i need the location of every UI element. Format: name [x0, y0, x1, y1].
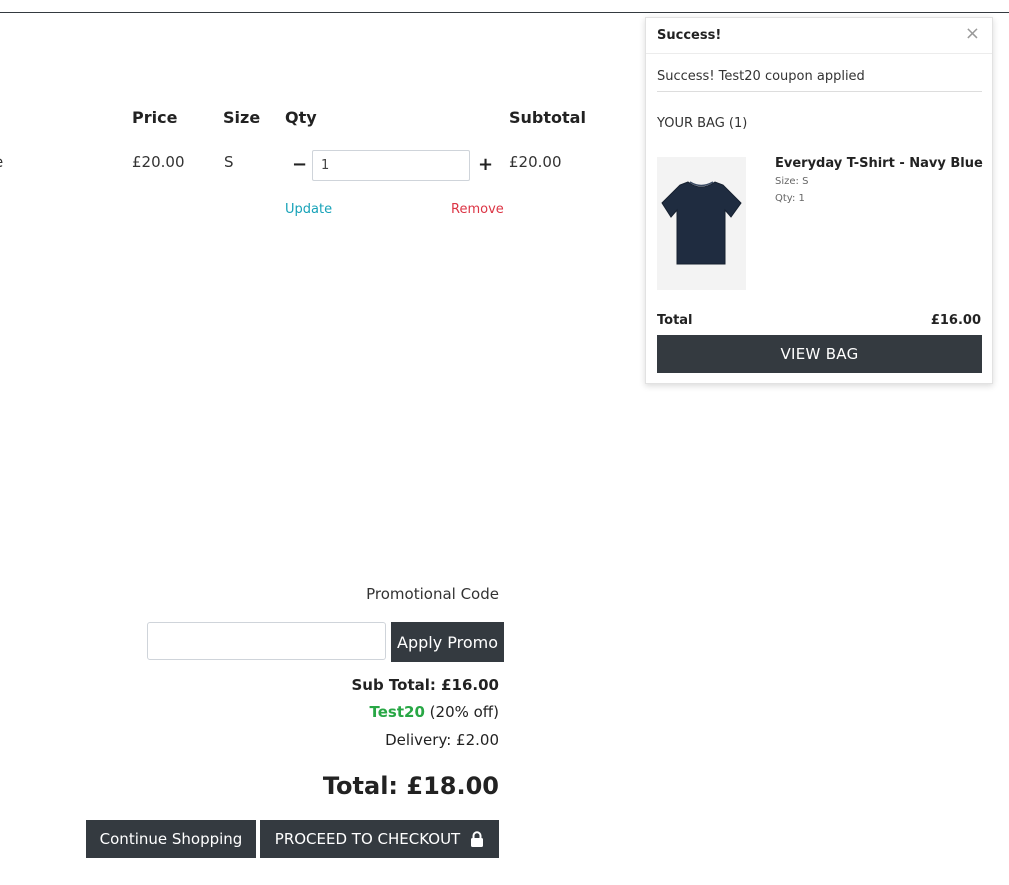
qty-decrement-button[interactable]: − [292, 155, 307, 175]
toast-title: Success! [657, 28, 722, 43]
close-icon[interactable]: × [965, 24, 980, 44]
proceed-to-checkout-button[interactable]: PROCEED TO CHECKOUT [260, 820, 499, 858]
toast-item-name: Everyday T-Shirt - Navy Blue [775, 156, 983, 171]
coupon-code: Test20 [369, 703, 425, 721]
toast-message: Success! Test20 coupon applied [657, 69, 865, 84]
item-price: £20.00 [132, 153, 185, 171]
view-bag-button[interactable]: VIEW BAG [657, 335, 982, 373]
remove-link[interactable]: Remove [451, 202, 504, 217]
header-qty: Qty [285, 108, 317, 127]
toast-total-label: Total [657, 313, 693, 328]
qty-increment-button[interactable]: + [478, 155, 493, 175]
toast-item-qty: Qty: 1 [775, 193, 805, 204]
item-subtotal: £20.00 [509, 153, 562, 171]
lock-icon [470, 831, 484, 847]
continue-shopping-label: Continue Shopping [99, 830, 243, 848]
continue-shopping-button[interactable]: Continue Shopping [86, 820, 256, 858]
grand-total: Total: £18.00 [322, 772, 499, 800]
coupon-discount: (20% off) [424, 703, 499, 721]
success-toast: Success! × Success! Test20 coupon applie… [645, 17, 993, 384]
product-name-fragment: e [0, 153, 3, 171]
promo-input[interactable] [147, 622, 386, 660]
qty-input[interactable] [312, 150, 470, 181]
toast-divider [657, 91, 982, 92]
apply-promo-label: Apply Promo [397, 632, 499, 652]
item-size: S [224, 153, 234, 171]
delivery-line: Delivery: £2.00 [385, 731, 499, 749]
checkout-label: PROCEED TO CHECKOUT [274, 830, 461, 848]
toast-total-value: £16.00 [930, 313, 981, 328]
coupon-line: Test20 (20% off) [370, 703, 499, 721]
view-bag-label: VIEW BAG [780, 345, 859, 363]
promo-label: Promotional Code [366, 585, 499, 603]
header-size: Size [223, 108, 261, 127]
bag-title: YOUR BAG (1) [657, 116, 748, 131]
update-link[interactable]: Update [285, 202, 332, 217]
subtotal-line: Sub Total: £16.00 [351, 676, 499, 694]
header-subtotal: Subtotal [509, 108, 586, 127]
header-price: Price [132, 108, 178, 127]
toast-header: Success! × [646, 18, 992, 54]
tshirt-image [657, 157, 746, 290]
toast-item-size: Size: S [775, 176, 809, 187]
apply-promo-button[interactable]: Apply Promo [391, 622, 504, 662]
navbar-bottom-border [0, 12, 1009, 13]
